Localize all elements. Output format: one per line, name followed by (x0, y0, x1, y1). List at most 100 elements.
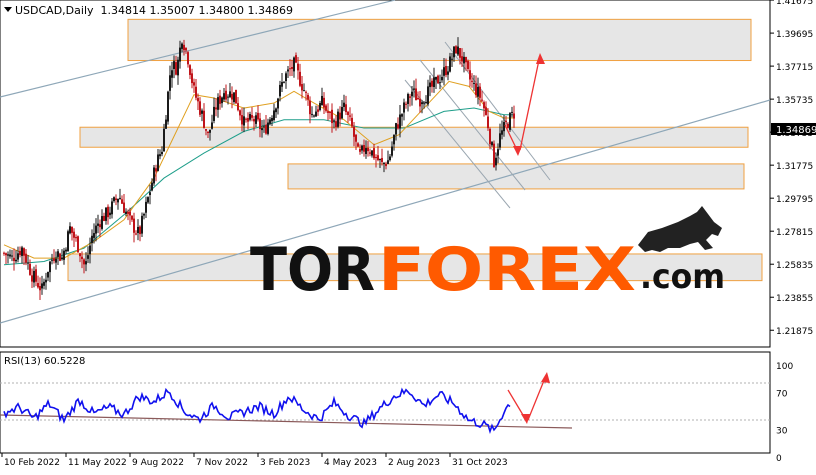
candle-body (355, 134, 357, 142)
candle-body (191, 73, 193, 84)
candle-body (25, 253, 27, 263)
candle-body (189, 65, 191, 75)
candle-body (507, 123, 509, 128)
candle-body (505, 120, 507, 122)
candle-body (433, 77, 435, 88)
candle-body (127, 211, 129, 214)
time-tick-label: 2 Aug 2023 (388, 458, 440, 468)
candle-body (105, 207, 107, 221)
candle-body (13, 257, 15, 261)
candle-body (331, 109, 333, 124)
candle-body (231, 93, 233, 100)
candle-body (71, 226, 73, 233)
candle-body (435, 76, 437, 80)
candle-body (259, 118, 261, 130)
time-tick-label: 4 May 2023 (324, 458, 377, 468)
candle-body (159, 154, 161, 157)
candle-body (131, 215, 133, 220)
candle-body (11, 255, 13, 257)
candle-body (311, 113, 313, 115)
candle-body (15, 259, 17, 262)
logo-text-tor: TOR (250, 235, 375, 305)
candle-body (487, 116, 489, 129)
candle-body (27, 262, 29, 264)
candle-body (485, 107, 487, 115)
candle-body (49, 261, 51, 273)
candle-body (221, 97, 223, 104)
candle-body (5, 253, 7, 256)
candle-body (339, 112, 341, 120)
candle-body (407, 93, 409, 104)
candle-body (461, 56, 463, 62)
candle-body (187, 52, 189, 65)
candle-body (143, 213, 145, 216)
current-price-tag: 1.34869 (771, 123, 816, 136)
candle-body (495, 157, 497, 166)
candle-body (153, 167, 155, 184)
candle-body (65, 249, 67, 252)
candle-body (419, 98, 421, 107)
candle-body (263, 126, 265, 128)
candle-body (245, 118, 247, 120)
candle-body (67, 231, 69, 252)
candle-body (483, 102, 485, 109)
candle-body (329, 111, 331, 113)
candle-body (309, 100, 311, 115)
candle-body (169, 75, 171, 91)
candle-body (139, 226, 141, 235)
candle-body (489, 128, 491, 145)
candle-body (91, 235, 93, 244)
candle-body (75, 237, 77, 239)
candle-body (301, 84, 303, 91)
candle-body (175, 62, 177, 75)
candle-body (287, 69, 289, 72)
candle-body (369, 152, 371, 154)
candle-body (291, 67, 293, 69)
candle-body (203, 110, 205, 128)
price-tick-label: 1.27815 (776, 228, 813, 238)
candle-body (147, 197, 149, 203)
candle-body (213, 106, 215, 121)
candle-body (3, 252, 5, 254)
rsi-tick-label: 100 (776, 362, 793, 372)
candle-body (21, 247, 23, 256)
candle-body (353, 126, 355, 137)
candle-body (415, 88, 417, 101)
candle-body (19, 250, 21, 256)
candle-body (285, 73, 287, 82)
candle-body (223, 93, 225, 100)
candle-body (511, 111, 513, 113)
candle-body (155, 168, 157, 172)
candle-body (23, 248, 25, 256)
candle-body (343, 102, 345, 107)
candle-body (217, 97, 219, 110)
candle-body (427, 86, 429, 105)
candle-body (361, 145, 363, 151)
candle-body (229, 91, 231, 98)
candle-body (337, 111, 339, 127)
candle-body (59, 253, 61, 261)
candle-body (349, 115, 351, 117)
candle-body (271, 117, 273, 122)
candle-body (193, 82, 195, 86)
candle-body (87, 255, 89, 259)
candle-body (171, 70, 173, 78)
candle-body (371, 150, 373, 156)
candle-body (103, 215, 105, 221)
candle-body (209, 129, 211, 133)
candle-body (157, 154, 159, 171)
candle-body (375, 157, 377, 159)
candle-body (93, 233, 95, 238)
time-tick-label: 10 Feb 2022 (4, 458, 60, 468)
candle-body (9, 254, 11, 257)
candle-body (31, 275, 33, 282)
candle-body (165, 119, 167, 129)
candle-body (251, 115, 253, 118)
candle-body (491, 142, 493, 146)
candle-body (333, 120, 335, 122)
chart-canvas: TOR FOREX .com USDCAD,Daily 1.34814 1.35… (0, 0, 816, 468)
candle-body (497, 149, 499, 156)
candle-body (249, 114, 251, 120)
rsi-tick-label: 30 (776, 426, 788, 436)
candle-body (425, 102, 427, 104)
